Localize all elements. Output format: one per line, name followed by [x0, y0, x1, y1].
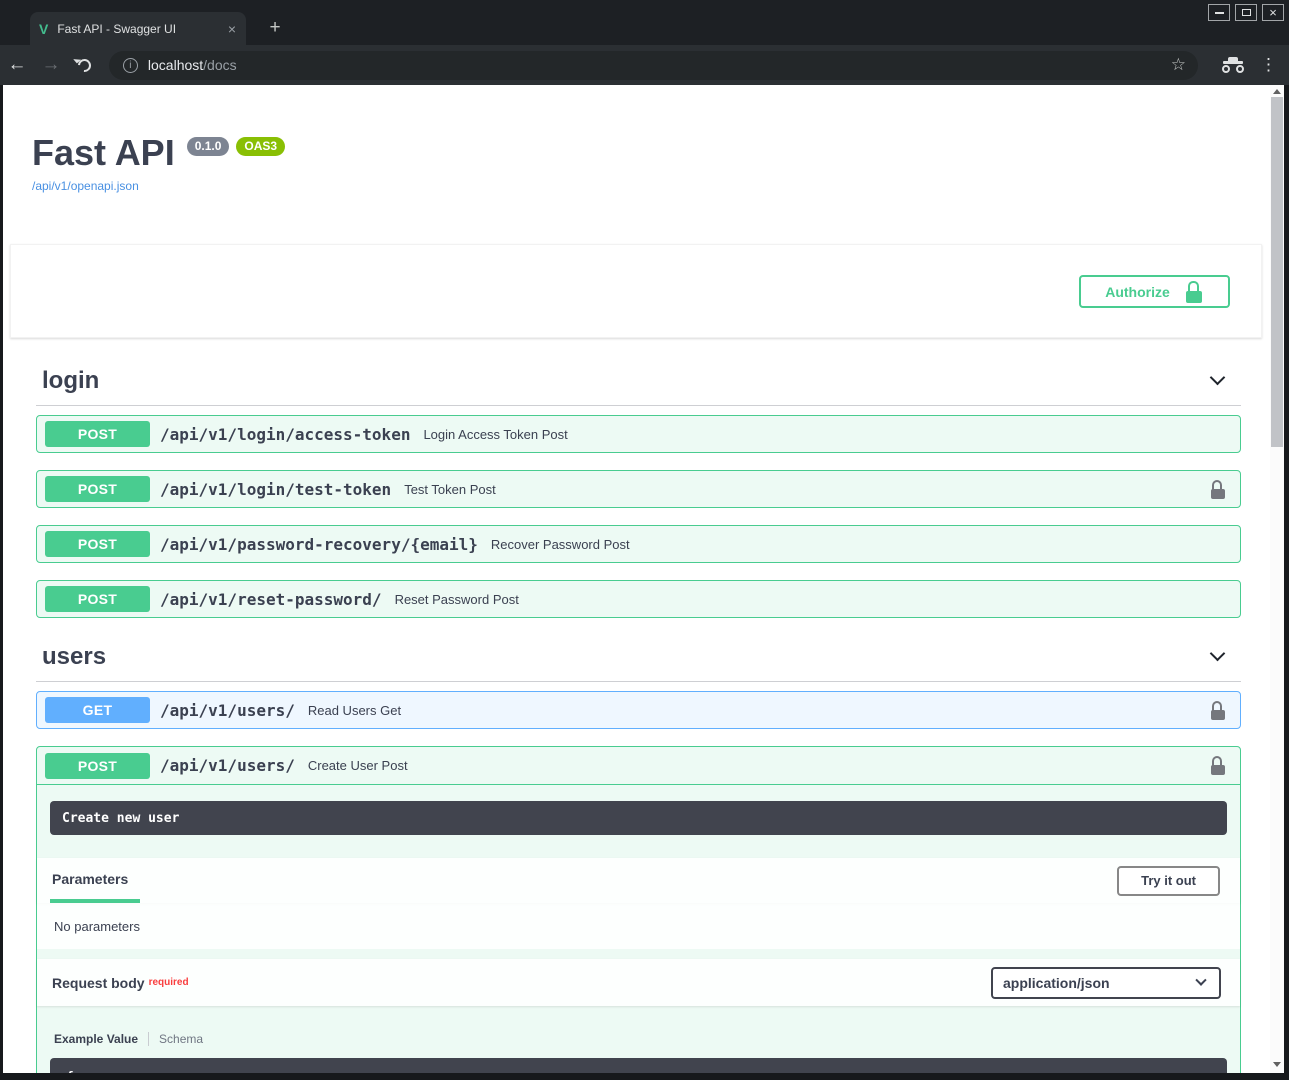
tag-name: login [42, 367, 99, 395]
close-icon: × [1269, 7, 1277, 18]
authorize-label: Authorize [1105, 284, 1170, 300]
tab-separator [148, 1032, 149, 1046]
operation-summary: Create User Post [308, 758, 408, 773]
no-parameters-text: No parameters [54, 919, 140, 934]
tag-section-users[interactable]: users [36, 635, 1241, 682]
bookmark-star-icon[interactable]: ☆ [1171, 55, 1186, 75]
tab-close-icon[interactable]: × [228, 22, 236, 36]
tab-example-value[interactable]: Example Value [54, 1032, 138, 1046]
authorize-button[interactable]: Authorize [1079, 275, 1230, 308]
maximize-button[interactable] [1235, 4, 1257, 21]
method-badge: POST [45, 753, 150, 779]
operation-path: /api/v1/users/ [160, 701, 295, 720]
operation-path: /api/v1/reset-password/ [160, 590, 382, 609]
reload-button[interactable] [68, 59, 102, 72]
operation-summary: Test Token Post [404, 482, 496, 497]
operation-summary: Read Users Get [308, 703, 401, 718]
operation-summary: Login Access Token Post [423, 427, 567, 442]
method-badge: POST [45, 421, 150, 447]
request-body-header: Request body required application/json [37, 959, 1240, 1006]
lock-icon[interactable] [1210, 756, 1226, 775]
operation-description: Create new user [50, 801, 1227, 835]
operation-path: /api/v1/login/access-token [160, 425, 410, 444]
try-it-out-button[interactable]: Try it out [1117, 866, 1220, 896]
url-path: /docs [203, 57, 236, 73]
required-label: required [149, 977, 189, 988]
operation-row[interactable]: POST /api/v1/password-recovery/{email} R… [36, 525, 1241, 563]
tag-section-login[interactable]: login [36, 359, 1241, 406]
oas3-badge: OAS3 [236, 137, 285, 156]
api-info-header: Fast API 0.1.0 OAS3 /api/v1/openapi.json [3, 85, 1270, 195]
request-body-label: Request body [52, 975, 145, 991]
lock-icon[interactable] [1210, 701, 1226, 720]
method-badge: GET [45, 697, 150, 723]
operation-row[interactable]: POST /api/v1/login/access-token Login Ac… [36, 415, 1241, 453]
lock-icon[interactable] [1210, 480, 1226, 499]
example-code-block[interactable]: { [50, 1058, 1227, 1073]
scroll-up-arrow-icon[interactable] [1273, 89, 1281, 94]
window-controls: × [1208, 4, 1284, 21]
tag-name: users [42, 643, 106, 671]
operation-path: /api/v1/users/ [160, 756, 295, 775]
minimize-button[interactable] [1208, 4, 1230, 21]
incognito-icon [1220, 57, 1246, 73]
chevron-down-icon[interactable] [1210, 645, 1226, 661]
method-badge: POST [45, 476, 150, 502]
new-tab-button[interactable]: + [262, 15, 288, 41]
operation-row[interactable]: POST /api/v1/reset-password/ Reset Passw… [36, 580, 1241, 618]
swagger-page: Fast API 0.1.0 OAS3 /api/v1/openapi.json… [3, 85, 1270, 1073]
browser-titlebar: V Fast API - Swagger UI × + × [0, 0, 1289, 45]
scheme-container: Authorize [10, 244, 1262, 338]
url-host: localhost [148, 57, 203, 73]
operation-row[interactable]: POST /api/v1/login/test-token Test Token… [36, 470, 1241, 508]
chevron-down-icon [1195, 974, 1206, 985]
operation-row[interactable]: POST /api/v1/users/ Create User Post [37, 747, 1240, 785]
parameters-title: Parameters [52, 871, 128, 887]
media-type-value: application/json [1003, 975, 1110, 991]
method-badge: POST [45, 531, 150, 557]
operation-summary: Reset Password Post [395, 592, 519, 607]
browser-menu-button[interactable]: ⋮ [1260, 55, 1277, 75]
parameters-body: No parameters [37, 903, 1240, 949]
model-example-area: Example Value Schema { [37, 1006, 1240, 1073]
page-title: Fast API [32, 133, 175, 173]
operation-expanded: POST /api/v1/users/ Create User Post Cre… [36, 746, 1241, 1073]
openapi-spec-link[interactable]: /api/v1/openapi.json [32, 179, 139, 193]
reload-icon [76, 56, 94, 74]
address-bar[interactable]: i localhost /docs ☆ [109, 51, 1198, 80]
browser-tab[interactable]: V Fast API - Swagger UI × [30, 12, 246, 45]
section-gap [37, 949, 1240, 959]
browser-toolbar: ← → i localhost /docs ☆ ⋮ [0, 45, 1289, 85]
tab-title: Fast API - Swagger UI [57, 22, 227, 36]
chevron-down-icon[interactable] [1210, 369, 1226, 385]
back-button[interactable]: ← [0, 54, 34, 76]
close-button[interactable]: × [1262, 4, 1284, 21]
minimize-icon [1215, 12, 1224, 14]
page-scrollbar[interactable] [1270, 85, 1284, 1073]
operation-summary: Recover Password Post [491, 537, 630, 552]
operation-path: /api/v1/login/test-token [160, 480, 391, 499]
version-badge: 0.1.0 [187, 137, 230, 156]
tab-favicon-icon: V [39, 21, 48, 37]
method-badge: POST [45, 586, 150, 612]
tab-parameters: Parameters [50, 858, 140, 903]
tab-schema[interactable]: Schema [159, 1032, 203, 1046]
operation-row[interactable]: GET /api/v1/users/ Read Users Get [36, 691, 1241, 729]
operation-path: /api/v1/password-recovery/{email} [160, 535, 478, 554]
forward-button[interactable]: → [34, 54, 68, 76]
scrollbar-thumb[interactable] [1271, 97, 1283, 447]
scroll-down-arrow-icon[interactable] [1273, 1062, 1281, 1067]
media-type-select[interactable]: application/json [991, 967, 1221, 999]
parameters-header: Parameters Try it out [37, 858, 1240, 903]
maximize-icon [1242, 9, 1251, 16]
unlock-icon [1186, 281, 1204, 303]
site-info-icon[interactable]: i [123, 58, 138, 73]
